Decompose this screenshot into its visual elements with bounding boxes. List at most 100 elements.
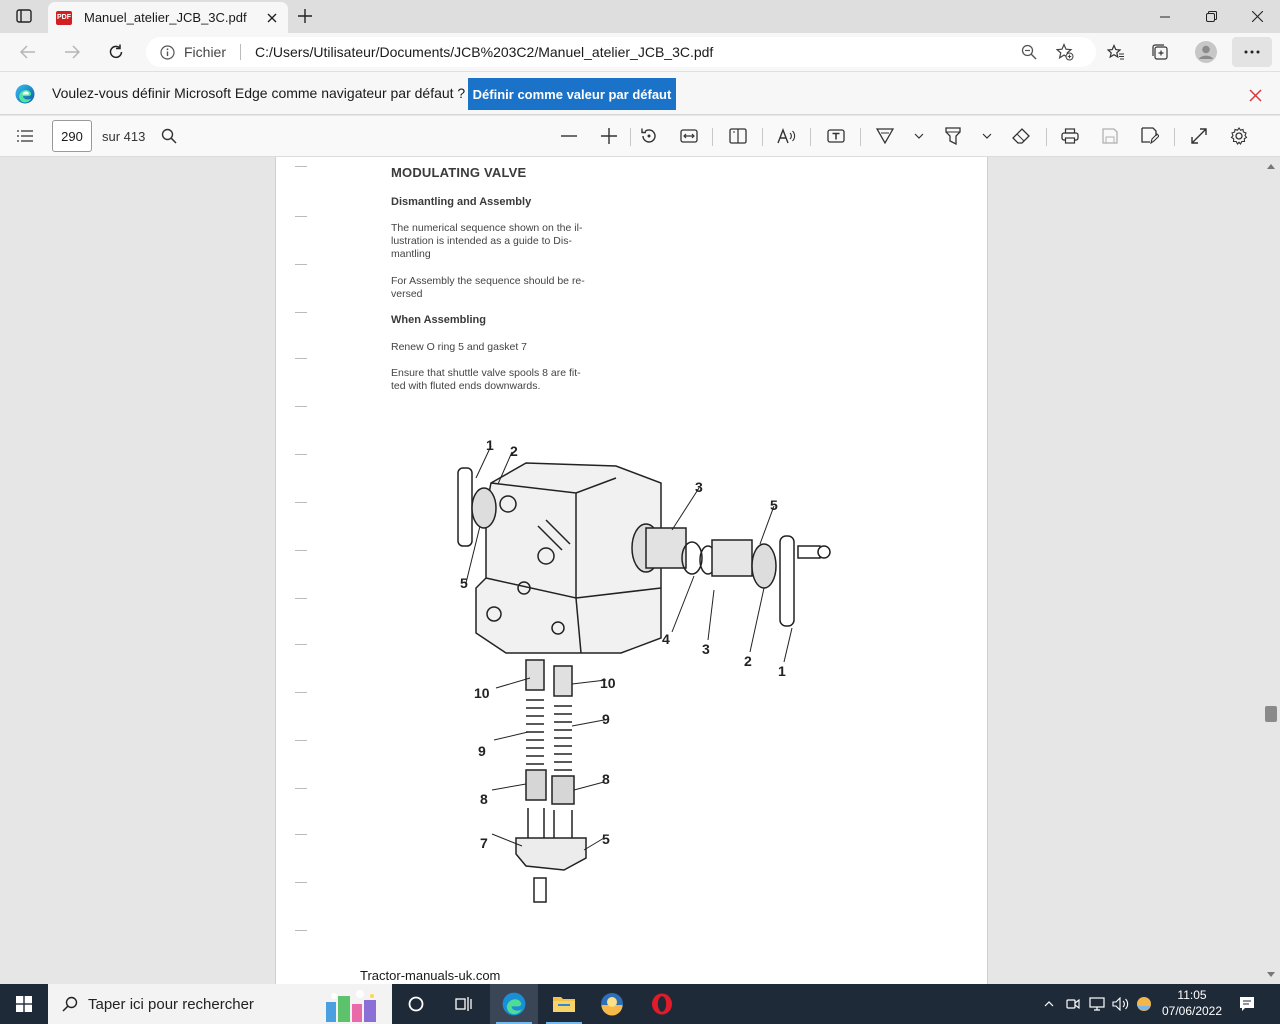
callout-label: 7 [480, 835, 488, 851]
profile-button[interactable] [1190, 37, 1222, 67]
refresh-button[interactable] [100, 37, 132, 67]
zoom-out-button[interactable] [554, 122, 584, 150]
close-icon [1251, 11, 1263, 22]
document-heading: MODULATING VALVE [391, 165, 527, 180]
save-button[interactable] [1095, 122, 1125, 150]
address-bar[interactable]: Fichier C:/Users/Utilisateur/Documents/J… [146, 37, 1096, 67]
volume-icon [1112, 997, 1129, 1011]
save-as-button[interactable] [1135, 122, 1165, 150]
tray-network[interactable] [1086, 984, 1108, 1024]
vertical-scrollbar[interactable] [1262, 157, 1280, 984]
fullscreen-button[interactable] [1184, 122, 1214, 150]
toolbar-divider [1174, 128, 1175, 146]
cortana-button[interactable] [392, 984, 440, 1024]
add-favorite-icon [1056, 43, 1074, 61]
page-margin-mark [295, 930, 307, 931]
refresh-icon [109, 44, 123, 59]
tab-title: Manuel_atelier_JCB_3C.pdf [84, 10, 247, 25]
save-icon [1102, 128, 1118, 144]
tray-weather[interactable] [1134, 984, 1154, 1024]
scroll-down-arrow[interactable] [1264, 968, 1278, 980]
more-icon [1244, 50, 1260, 54]
scrollbar-thumb[interactable] [1265, 706, 1277, 722]
zoom-in-icon [601, 128, 617, 144]
callout-label: 3 [695, 479, 703, 495]
pdf-viewer[interactable]: MODULATING VALVE Dismantling and Assembl… [0, 157, 1280, 984]
taskbar-weather-app[interactable] [588, 984, 636, 1024]
zoom-in-button[interactable] [594, 122, 624, 150]
page-margin-mark [295, 740, 307, 741]
add-favorite-button[interactable] [1050, 37, 1080, 67]
task-view-icon [455, 997, 472, 1011]
tray-meet-now[interactable] [1064, 984, 1082, 1024]
edge-icon [15, 84, 35, 104]
draw-options-dropdown[interactable] [912, 124, 926, 148]
tab-active[interactable]: PDF Manuel_atelier_JCB_3C.pdf [48, 2, 288, 33]
task-view-button[interactable] [440, 984, 488, 1024]
site-info[interactable]: Fichier [160, 44, 226, 60]
scroll-up-arrow[interactable] [1264, 160, 1278, 172]
notification-center-button[interactable] [1232, 984, 1262, 1024]
page-margin-mark [295, 644, 307, 645]
info-icon [160, 44, 175, 60]
chevron-down-icon [914, 133, 924, 139]
weather-app-icon [601, 993, 623, 1016]
print-button[interactable] [1055, 122, 1085, 150]
set-default-button[interactable]: Définir comme valeur par défaut [468, 78, 676, 110]
favorites-button[interactable] [1100, 37, 1132, 67]
page-view-button[interactable] [723, 122, 753, 150]
page-view-icon [729, 128, 747, 144]
plus-icon [298, 9, 312, 23]
find-button[interactable] [154, 122, 184, 150]
settings-and-more-button[interactable] [1232, 37, 1272, 67]
search-icon [62, 996, 78, 1012]
erase-button[interactable] [1006, 122, 1036, 150]
fit-to-width-button[interactable] [674, 122, 704, 150]
weather-icon [1137, 997, 1151, 1011]
toolbar-divider [860, 128, 861, 146]
navigation-bar: Fichier C:/Users/Utilisateur/Documents/J… [0, 33, 1280, 71]
file-explorer-icon [553, 997, 575, 1012]
close-icon[interactable] [264, 10, 280, 26]
taskbar-search-box[interactable]: Taper ici pour rechercher [48, 984, 392, 1024]
show-hidden-icons-button[interactable] [1040, 984, 1058, 1024]
pdf-settings-button[interactable] [1224, 122, 1254, 150]
zoom-indicator[interactable] [1014, 37, 1044, 67]
collections-button[interactable] [1144, 37, 1176, 67]
taskbar-edge[interactable] [490, 984, 538, 1024]
taskbar-file-explorer[interactable] [540, 984, 588, 1024]
back-button[interactable] [12, 37, 44, 67]
close-window-button[interactable] [1234, 0, 1280, 33]
highlight-options-dropdown[interactable] [980, 124, 994, 148]
new-tab-button[interactable] [292, 4, 318, 28]
page-margin-mark [295, 406, 307, 407]
tab-actions-icon[interactable] [8, 4, 40, 28]
forward-button[interactable] [56, 37, 88, 67]
page-margin-mark [295, 312, 307, 313]
page-margin-mark [295, 788, 307, 789]
taskbar-opera[interactable] [638, 984, 686, 1024]
draw-button[interactable] [870, 122, 900, 150]
table-of-contents-button[interactable] [10, 122, 40, 150]
toolbar-divider [1046, 128, 1047, 146]
eraser-icon [1012, 128, 1030, 144]
url-text[interactable]: C:/Users/Utilisateur/Documents/JCB%203C2… [255, 44, 713, 60]
infobar-close-button[interactable] [1244, 84, 1266, 106]
highlight-button[interactable] [938, 122, 968, 150]
search-placeholder: Taper ici pour rechercher [88, 995, 254, 1013]
page-number-input[interactable] [52, 120, 92, 152]
chevron-down-icon [1267, 971, 1275, 977]
system-clock[interactable]: 11:05 07/06/2022 [1156, 987, 1228, 1019]
callout-label: 5 [602, 831, 610, 847]
chevron-up-icon [1044, 1001, 1054, 1007]
pdf-page: MODULATING VALVE Dismantling and Assembl… [275, 157, 988, 984]
read-aloud-button[interactable] [772, 122, 802, 150]
draw-icon [876, 128, 894, 145]
tray-volume[interactable] [1110, 984, 1132, 1024]
rotate-button[interactable] [634, 122, 664, 150]
start-button[interactable] [0, 984, 48, 1024]
minimize-button[interactable] [1142, 0, 1188, 33]
add-text-button[interactable] [821, 122, 851, 150]
callout-label: 8 [480, 791, 488, 807]
restore-button[interactable] [1188, 0, 1234, 33]
